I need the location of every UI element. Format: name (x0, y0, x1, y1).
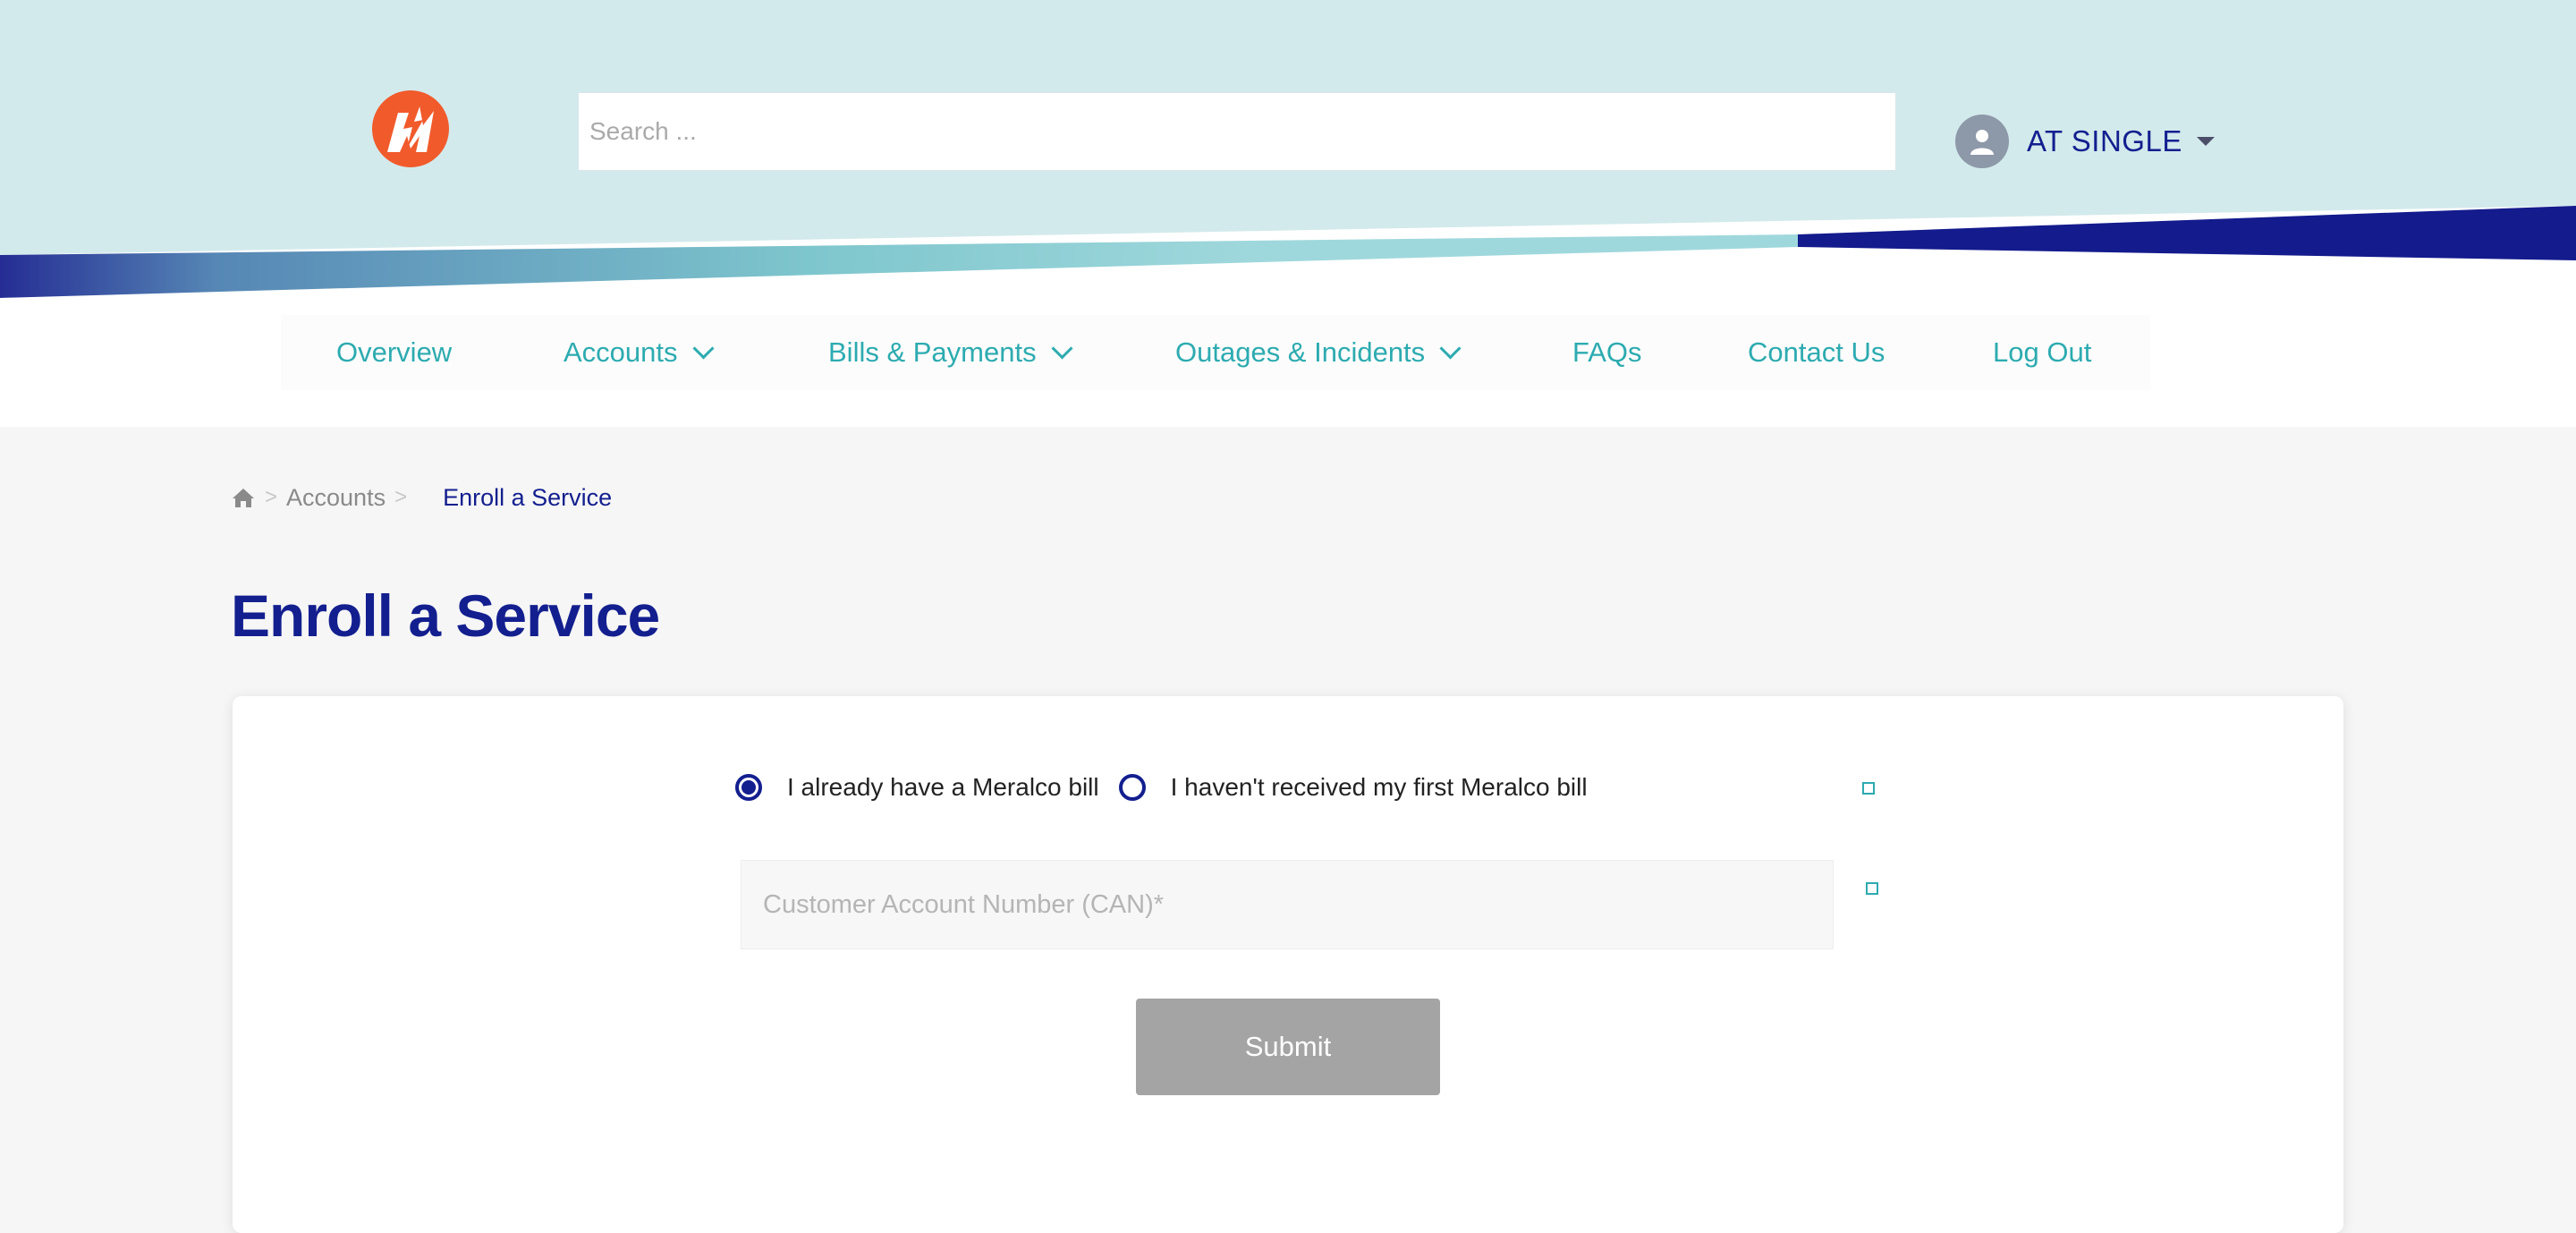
main-nav: Overview Accounts Bills & Payments Outag… (281, 315, 2150, 390)
home-icon[interactable] (231, 485, 256, 510)
nav-item-label: FAQs (1572, 336, 1642, 368)
radio-button-unselected[interactable] (1118, 774, 1146, 801)
user-menu[interactable]: AT SINGLE (1955, 115, 2215, 168)
breadcrumb-separator: > (394, 485, 408, 509)
nav-item-accounts[interactable]: Accounts (564, 315, 715, 390)
customer-account-number-input[interactable] (741, 860, 1834, 949)
info-square-icon[interactable] (1866, 882, 1878, 895)
user-avatar-icon (1955, 115, 2009, 168)
radio-label-no-bill-yet: I haven't received my first Meralco bill (1170, 773, 1588, 801)
page-title: Enroll a Service (231, 582, 660, 649)
nav-item-label: Bills & Payments (828, 336, 1037, 368)
nav-item-label: Overview (336, 336, 453, 368)
nav-item-faqs[interactable]: FAQs (1572, 315, 1642, 390)
chevron-down-icon (1439, 336, 1462, 360)
nav-item-log-out[interactable]: Log Out (1993, 315, 2091, 390)
meralco-logo[interactable] (371, 89, 450, 168)
nav-item-label: Outages & Incidents (1175, 336, 1426, 368)
nav-item-outages-incidents[interactable]: Outages & Incidents (1175, 315, 1462, 390)
nav-item-bills-payments[interactable]: Bills & Payments (828, 315, 1073, 390)
nav-item-label: Contact Us (1748, 336, 1885, 368)
submit-button[interactable]: Submit (1136, 999, 1440, 1095)
breadcrumb-current: Enroll a Service (443, 483, 613, 511)
radio-button-selected[interactable] (735, 774, 762, 801)
nav-item-overview[interactable]: Overview (336, 315, 452, 390)
radio-label-have-bill: I already have a Meralco bill (787, 773, 1099, 801)
caret-down-icon (2196, 137, 2215, 146)
radio-dot (741, 780, 756, 795)
radio-no-bill-yet[interactable]: I haven't received my first Meralco bill (1118, 773, 1588, 802)
nav-item-contact-us[interactable]: Contact Us (1748, 315, 1885, 390)
nav-item-label: Log Out (1993, 336, 2092, 368)
bill-status-radio-group: I already have a Meralco bill I haven't … (735, 768, 1588, 807)
enroll-form-card: I already have a Meralco bill I haven't … (233, 696, 2343, 1233)
info-square-icon[interactable] (1862, 782, 1875, 795)
chevron-down-icon (1051, 336, 1073, 360)
search-input[interactable] (578, 92, 1896, 171)
breadcrumb-separator: > (265, 485, 278, 509)
nav-item-label: Accounts (564, 336, 678, 368)
user-name: AT SINGLE (2027, 124, 2182, 157)
radio-have-bill[interactable]: I already have a Meralco bill (735, 773, 1099, 802)
chevron-down-icon (691, 336, 715, 360)
breadcrumb-accounts-link[interactable]: Accounts (286, 484, 386, 512)
breadcrumb: > Accounts > Enroll a Service (231, 480, 612, 515)
